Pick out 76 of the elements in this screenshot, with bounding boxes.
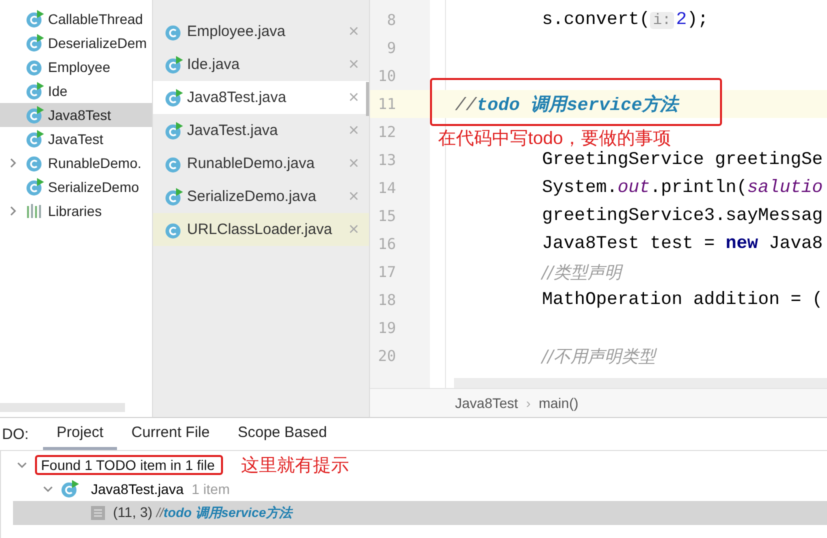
recent-file-item[interactable]: URLClassLoader.java × bbox=[153, 213, 369, 246]
panel-title: DO: bbox=[2, 426, 29, 442]
todo-item[interactable]: (11, 3) //todo 调用service方法 bbox=[13, 501, 827, 525]
scrollbar[interactable] bbox=[0, 403, 125, 412]
item-count: 1 item bbox=[192, 481, 230, 497]
class-icon bbox=[165, 154, 183, 172]
library-icon bbox=[26, 204, 44, 218]
tab[interactable]: Scope Based bbox=[224, 418, 341, 450]
code-line: //类型声明 bbox=[542, 262, 622, 284]
code-line: GreetingService greetingSe bbox=[542, 150, 823, 170]
runnable-class-icon bbox=[165, 56, 183, 74]
code-line: System.out.println(salutio bbox=[542, 178, 823, 198]
class-icon bbox=[165, 220, 183, 238]
line-number: 16 bbox=[376, 235, 396, 253]
scrollbar[interactable] bbox=[454, 378, 827, 388]
line-number: 12 bbox=[376, 123, 396, 141]
project-tree-item[interactable]: JavaTest bbox=[0, 127, 152, 151]
line-number: 15 bbox=[376, 207, 396, 225]
class-icon bbox=[165, 22, 183, 40]
tab[interactable]: Current File bbox=[117, 418, 224, 450]
line-number: 17 bbox=[376, 263, 396, 281]
collapsed-chevron-icon[interactable] bbox=[8, 206, 18, 216]
breadcrumb-separator: › bbox=[526, 395, 531, 411]
runnable-class-icon bbox=[26, 130, 44, 148]
project-tree-item[interactable]: Employee bbox=[0, 55, 152, 79]
line-number: 18 bbox=[376, 291, 396, 309]
breadcrumb[interactable]: main() bbox=[538, 395, 578, 411]
project-tree-item[interactable]: CallableThread bbox=[0, 7, 152, 31]
expanded-chevron-icon[interactable] bbox=[43, 484, 53, 494]
annotation-text: 在代码中写todo，要做的事项 bbox=[438, 127, 672, 150]
runnable-class-icon bbox=[26, 178, 44, 196]
project-tree-item[interactable]: Libraries bbox=[0, 199, 152, 223]
runnable-class-icon bbox=[26, 106, 44, 124]
project-tree-item[interactable]: Ide bbox=[0, 79, 152, 103]
recent-file-item[interactable]: JavaTest.java × bbox=[153, 114, 369, 147]
code-line: //不用声明类型 bbox=[542, 346, 656, 368]
collapsed-chevron-icon[interactable] bbox=[8, 158, 18, 168]
runnable-class-icon bbox=[61, 480, 79, 498]
line-number: 8 bbox=[386, 11, 396, 29]
code-line: s.convert( i: 2); bbox=[542, 10, 708, 30]
recent-file-item[interactable]: Java8Test.java × bbox=[153, 81, 369, 114]
line-number: 9 bbox=[386, 39, 396, 57]
line-number: 11 bbox=[376, 95, 396, 113]
line-number: 13 bbox=[376, 151, 396, 169]
line-number: 14 bbox=[376, 179, 396, 197]
recent-file-item[interactable]: SerializeDemo.java × bbox=[153, 180, 369, 213]
recent-file-item[interactable]: RunableDemo.java × bbox=[153, 147, 369, 180]
class-icon bbox=[26, 154, 44, 172]
scrollbar[interactable] bbox=[366, 82, 369, 116]
code-line: MathOperation addition = ( bbox=[542, 290, 823, 310]
project-tree-item[interactable]: DeserializeDem bbox=[0, 31, 152, 55]
project-tree-item[interactable]: RunableDemo. bbox=[0, 151, 152, 175]
runnable-class-icon bbox=[165, 188, 183, 206]
todo-summary[interactable]: Found 1 TODO item in 1 file bbox=[35, 455, 223, 475]
breadcrumb[interactable]: Java8Test bbox=[455, 395, 518, 411]
code-line: greetingService3.sayMessag bbox=[542, 206, 823, 226]
runnable-class-icon bbox=[165, 88, 183, 106]
recent-file-item[interactable]: Employee.java × bbox=[153, 15, 369, 48]
line-number: 20 bbox=[376, 347, 396, 365]
code-line: Java8Test test = new Java8 bbox=[542, 234, 823, 254]
project-tree-item[interactable]: Java8Test bbox=[0, 103, 152, 127]
project-tree-item[interactable]: SerializeDemo bbox=[0, 175, 152, 199]
todo-item-icon bbox=[91, 506, 105, 520]
runnable-class-icon bbox=[165, 122, 183, 140]
tab[interactable]: Project bbox=[42, 418, 118, 450]
runnable-class-icon bbox=[26, 10, 44, 28]
todo-file[interactable]: Java8Test.java bbox=[91, 481, 184, 497]
runnable-class-icon bbox=[26, 34, 44, 52]
expanded-chevron-icon[interactable] bbox=[17, 460, 27, 470]
runnable-class-icon bbox=[26, 82, 44, 100]
class-icon bbox=[26, 58, 44, 76]
todo-comment: //todo 调用service方法 bbox=[455, 93, 678, 116]
line-number: 19 bbox=[376, 319, 396, 337]
line-number: 10 bbox=[376, 67, 396, 85]
annotation-text: 这里就有提示 bbox=[240, 454, 349, 477]
recent-file-item[interactable]: Ide.java × bbox=[153, 48, 369, 81]
